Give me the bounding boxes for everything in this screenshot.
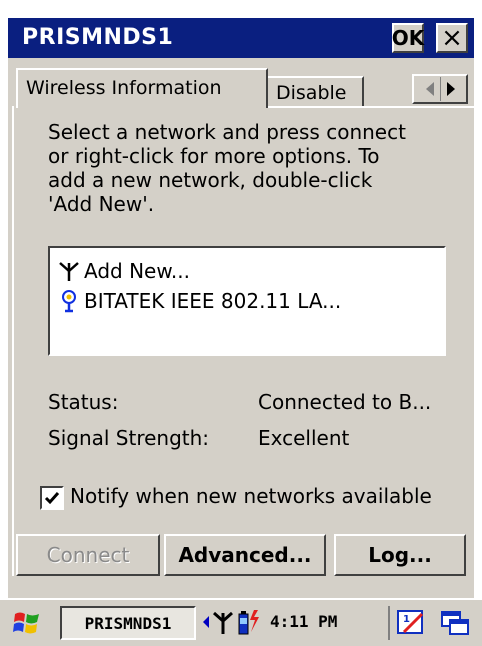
- instruction-line: add a new network, double-click: [48, 168, 373, 192]
- title-bar: PRISMNDS1 OK ×: [8, 18, 474, 58]
- status-label: Status:: [48, 390, 119, 414]
- notify-checkbox[interactable]: [40, 486, 64, 510]
- notify-label[interactable]: Notify when new networks available: [70, 484, 432, 508]
- signal-strength-value: Excellent: [258, 426, 350, 450]
- start-windows-icon[interactable]: [12, 608, 42, 638]
- tab-divider-line: [266, 106, 474, 108]
- list-item-label: Add New...: [84, 259, 190, 283]
- tab-wireless-information[interactable]: Wireless Information: [16, 68, 268, 108]
- arrow-divider: [440, 77, 441, 101]
- wireless-signal-icon[interactable]: [212, 608, 234, 636]
- tab-scroll-right-icon[interactable]: [447, 82, 455, 96]
- close-button[interactable]: ×: [436, 23, 468, 53]
- input-panel-icon[interactable]: 1: [396, 608, 426, 638]
- svg-text:1: 1: [403, 614, 410, 625]
- checkmark-icon: [44, 492, 60, 505]
- clock[interactable]: 4:11 PM: [270, 612, 337, 631]
- taskbar-task-button[interactable]: PRISMNDS1: [60, 606, 196, 640]
- tray-separator: [388, 606, 390, 640]
- signal-strength-label: Signal Strength:: [48, 426, 210, 450]
- taskbar: PRISMNDS1 4:11 PM 1: [0, 598, 482, 646]
- instruction-line: 'Add New'.: [48, 192, 155, 216]
- battery-icon[interactable]: [236, 608, 262, 636]
- connect-button[interactable]: Connect: [16, 534, 160, 576]
- instruction-line: or right-click for more options. To: [48, 144, 380, 168]
- tab-scroll-left-icon[interactable]: [426, 82, 434, 96]
- instructions-text: Select a network and press connect or ri…: [48, 120, 468, 216]
- tab-scroll-arrows[interactable]: [412, 74, 468, 104]
- network-connected-icon: [62, 290, 76, 313]
- list-item-label: BITATEK IEEE 802.11 LA...: [84, 289, 342, 313]
- advanced-button[interactable]: Advanced...: [164, 534, 326, 576]
- windows-icon[interactable]: [440, 608, 470, 638]
- log-button[interactable]: Log...: [334, 534, 466, 576]
- network-list[interactable]: Add New... BITATEK IEEE 802.11 LA...: [48, 246, 446, 356]
- instruction-line: Select a network and press connect: [48, 120, 406, 144]
- list-item-network[interactable]: BITATEK IEEE 802.11 LA...: [58, 286, 341, 316]
- panel-edge: [12, 106, 14, 576]
- window-title: PRISMNDS1: [22, 25, 174, 50]
- tray-expand-icon[interactable]: [203, 616, 209, 628]
- tab-disable[interactable]: Disable: [266, 76, 364, 108]
- ok-button[interactable]: OK: [392, 23, 424, 53]
- antenna-icon: [59, 262, 79, 281]
- list-item-add-new[interactable]: Add New...: [58, 256, 190, 286]
- dialog-body: Wireless Information Disable Select a ne…: [8, 58, 474, 598]
- status-value: Connected to B...: [258, 390, 432, 414]
